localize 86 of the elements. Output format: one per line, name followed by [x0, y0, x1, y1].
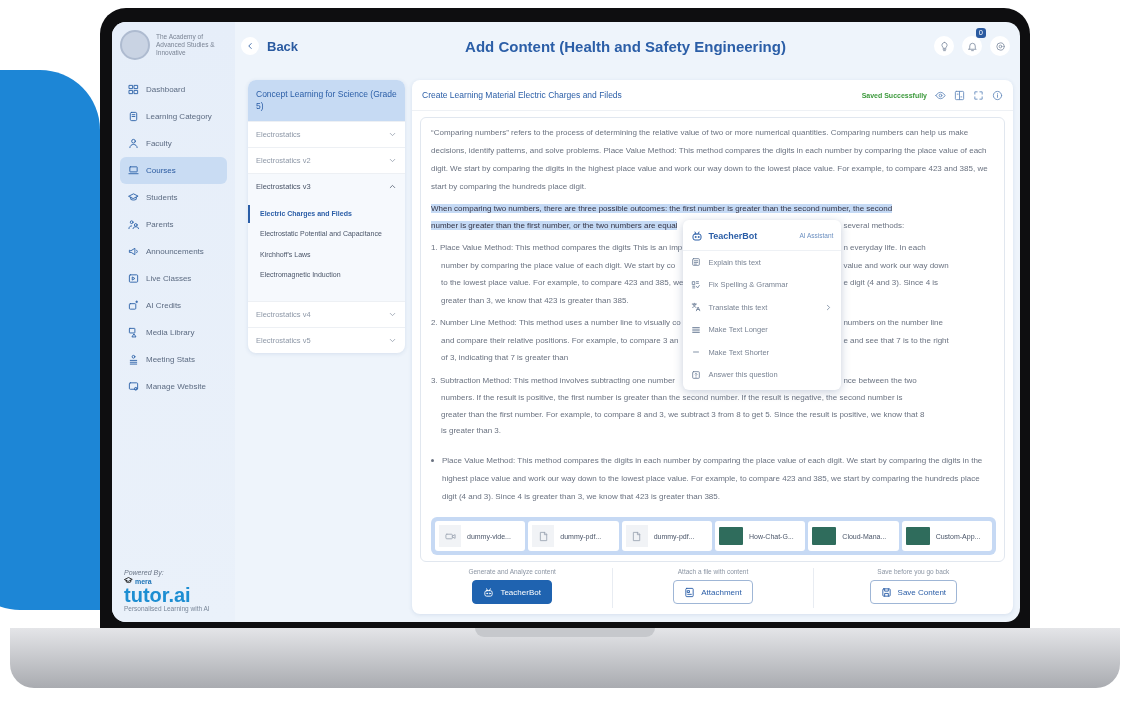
preview-button[interactable] [935, 89, 946, 101]
notification-button[interactable] [962, 36, 982, 56]
question-icon [691, 369, 702, 380]
text-icon [691, 257, 702, 268]
settings-icon [994, 40, 1006, 52]
document-icon [631, 530, 643, 542]
graduation-cap-icon [124, 576, 133, 585]
sidebar-item[interactable]: Learning Category [120, 103, 227, 130]
paragraph-line: greater than the first number. For example, to compare 8 and 3, we subtract 3 from 8 to get 5. Since the result is positive, we know that 8 [440, 408, 926, 421]
lightbulb-icon [938, 40, 950, 52]
sidebar-item[interactable]: Students [120, 184, 227, 211]
grid-icon [128, 84, 139, 95]
robot-icon [691, 229, 704, 242]
info-button[interactable] [992, 89, 1003, 101]
sidebar-item[interactable]: Live Classes [120, 265, 227, 292]
paragraph-line: to the lowest place value. For example, to compare 423 and 385, we [440, 277, 684, 289]
bullet-icon [431, 458, 434, 462]
paragraph-line: number by comparing the place value of each digit. We start by co [440, 259, 677, 272]
attachment-icon [684, 586, 696, 598]
paragraph-line: of 3, indicating that 7 is greater than [440, 352, 570, 364]
robot-icon [483, 586, 495, 598]
sidebar-item[interactable]: Faculty [120, 130, 227, 157]
stats-icon [128, 354, 139, 365]
chevron-left-icon [245, 41, 255, 51]
paragraph-line: value and work our way down [842, 259, 950, 272]
paragraph-line: several methods: [842, 219, 906, 232]
paragraph-line: is greater than 3. [440, 425, 503, 437]
sidebar-item[interactable]: AI Credits [120, 292, 227, 319]
paragraph-line: numbers. If the result is positive, the first number is greater than the second number. If the result is negative, the second number is [440, 392, 904, 404]
photo-placeholder [812, 527, 837, 545]
paragraph-line: 3. Subtraction Method: This method involves subtracting one number [431, 374, 676, 387]
media-icon [128, 327, 139, 338]
bell-icon [966, 40, 978, 52]
video-icon [128, 273, 139, 284]
card-icon [128, 300, 139, 311]
paragraph-line: and compare their relative positions. For example, to compare 3 an [440, 334, 680, 347]
page-title: Add Content (Health and Safety Engineering) [464, 37, 787, 55]
megaphone-icon [128, 246, 139, 257]
paragraph: “Comparing numbers” refers to the process of determining the relative value of two or more numerical quantities. Comparing numbers can help us make decisions, identify patterns, and solve problems. Place Value Method: This method compares the digits in each number by comparing the place value of each digit. We start by comparing the digits in the highest place value and work our way down to the lowest place value. For example, to compare 423 and 385, we start by comparing the hundreds place digit. [431, 127, 989, 193]
save-icon [880, 586, 892, 598]
course-title: Concept Learning for Science (Grade 5) [248, 80, 405, 121]
back-button[interactable]: Back [241, 37, 401, 55]
people-icon [128, 219, 139, 230]
browser-icon [128, 381, 139, 392]
paragraph: Place Value Method: This method compares the digits in each number by comparing the place value of each digit. We start by comparing the digits in the highest place value and work our way down to the lowest place value. For example, to compare 423 and 385, we start by comparing the hundreds place digit (4 and 3). Since 4 is greater than 3, we know that 423 is greater than 385. [442, 454, 984, 503]
paragraph-line: greater than 3, we know that 423 is greater than 385. [440, 294, 630, 307]
photo-placeholder [905, 527, 930, 545]
spellcheck-icon [691, 279, 702, 290]
compare-button[interactable] [954, 89, 965, 101]
sidebar-item[interactable]: Meeting Stats [120, 346, 227, 373]
sidebar-item[interactable]: Media Library [120, 319, 227, 346]
paragraph-line: e and see that 7 is to the right [842, 334, 950, 347]
sidebar-item[interactable]: Manage Website [120, 373, 227, 400]
editor-title: Create Learning Material Electric Charges and Fileds [422, 90, 622, 100]
fullscreen-button[interactable] [973, 89, 984, 101]
action-button[interactable]: Save Content [869, 580, 958, 604]
paragraph-line: n everyday life. In each [842, 242, 927, 254]
menu-title: TeacherBot [708, 229, 758, 243]
sidebar-item[interactable]: Dashboard [120, 76, 227, 103]
content-editor[interactable] [420, 117, 1005, 562]
eye-icon [935, 89, 946, 101]
sidebar-item[interactable]: Announcements [120, 238, 227, 265]
photo-placeholder [719, 527, 743, 545]
brand-logo-text: tutor.ai [124, 585, 192, 605]
sidebar-item[interactable]: Courses [120, 157, 227, 184]
fullscreen-icon [973, 89, 984, 101]
settings-button[interactable] [990, 36, 1010, 56]
lightbulb-button[interactable] [934, 36, 954, 56]
paragraph-line: 2. Number Line Method: This method uses a number line to visually co [431, 317, 682, 329]
compare-icon [954, 89, 965, 101]
action-button[interactable]: TeacherBot [472, 580, 552, 604]
graduation-cap-icon [128, 192, 139, 203]
paragraph-line: numbers on the number line [842, 317, 944, 329]
person-icon [128, 138, 139, 149]
lines-icon [691, 324, 702, 335]
paragraph-line: e digit (4 and 3). Since 4 is [842, 277, 940, 289]
laptop-icon [128, 165, 139, 176]
action-button[interactable]: Attachment [673, 580, 753, 604]
logo-emblem [120, 30, 150, 60]
sidebar-item[interactable]: Parents [120, 211, 227, 238]
document-icon [128, 111, 139, 122]
translate-icon [691, 302, 702, 313]
document-icon [537, 530, 549, 542]
paragraph-line: nce between the two [842, 374, 918, 387]
paragraph-line: 1. Place Value Method: This method compares the digits This is an imp [431, 242, 684, 254]
info-icon [992, 89, 1003, 101]
